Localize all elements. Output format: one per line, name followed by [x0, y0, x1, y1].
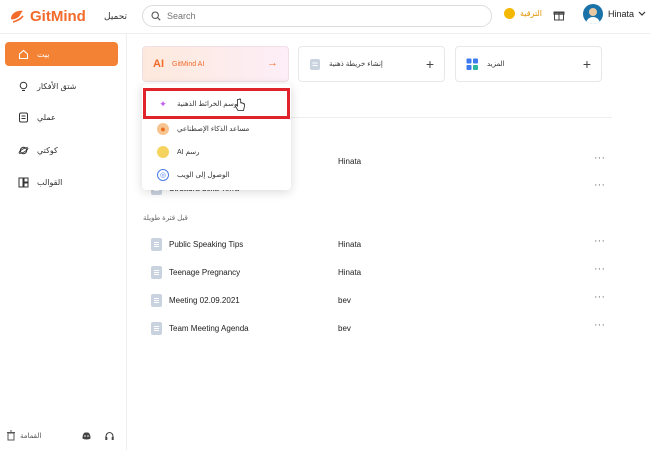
trash-icon: [7, 430, 15, 441]
hand-cursor-icon: [234, 98, 245, 111]
file-name: Public Speaking Tips: [169, 239, 244, 249]
globe-icon: ◎: [157, 169, 169, 181]
file-owner: Hinata: [338, 239, 362, 249]
user-menu[interactable]: Hinata: [583, 4, 647, 24]
upgrade-label: الترقية: [520, 9, 543, 18]
home-icon: [18, 49, 29, 59]
plus-icon: +: [582, 56, 591, 72]
create-mindmap-card[interactable]: إنشاء خريطة ذهنية +: [298, 46, 445, 82]
document-icon: [19, 112, 28, 122]
file-name: Meeting 02.09.2021: [169, 295, 240, 305]
top-bar: GitMind تحميل الترقية Hinata: [0, 0, 650, 34]
gitmind-ai-card[interactable]: AI GitMind AI →: [142, 46, 289, 82]
chevron-down-icon: [638, 11, 646, 16]
file-row[interactable]: Teenage Pregnancy Hinata ···: [142, 260, 612, 284]
gift-icon: [553, 11, 565, 21]
file-row[interactable]: Meeting 02.09.2021 bev ···: [142, 288, 612, 312]
brand-name: GitMind: [30, 7, 86, 25]
sidebar-item-label: القوالب: [37, 177, 63, 187]
file-icon: [151, 237, 162, 251]
sidebar: بيت شتق الأفكار عملي كوكتي القوالب القما…: [0, 34, 127, 450]
more-card[interactable]: المزيد +: [455, 46, 602, 82]
file-owner: bev: [338, 295, 351, 305]
file-owner: bev: [338, 323, 351, 333]
crown-icon: [504, 8, 515, 19]
palette-icon: [157, 146, 169, 158]
sidebar-item-label: بيت: [37, 49, 50, 59]
sidebar-item-label: شتق الأفكار: [37, 81, 77, 91]
file-owner: Hinata: [338, 267, 362, 277]
file-row[interactable]: Public Speaking Tips Hinata ···: [142, 232, 612, 256]
menu-item-web-access[interactable]: ◎ الوصول إلى الويب: [142, 163, 291, 187]
menu-item-ai-assistant[interactable]: ● مساعد الذكاء الإصطناعي: [142, 117, 291, 141]
chat-icon: ●: [157, 123, 169, 135]
discord-icon: [82, 432, 91, 440]
trash-label: القمامة: [20, 432, 42, 440]
planet-icon: [18, 146, 29, 154]
more-options-icon[interactable]: ···: [594, 235, 605, 247]
download-link[interactable]: تحميل: [104, 11, 127, 22]
gitmind-logo-icon: [11, 10, 24, 23]
more-options-icon[interactable]: ···: [594, 291, 605, 303]
sidebar-item-community[interactable]: كوكتي: [5, 138, 118, 162]
ai-icon: AI: [153, 58, 164, 70]
discord-button[interactable]: [81, 431, 92, 443]
search-input[interactable]: [167, 11, 467, 21]
menu-item-label: مساعد الذكاء الإصطناعي: [177, 126, 250, 133]
gift-button[interactable]: [553, 9, 565, 23]
mindmap-file-icon: [310, 58, 320, 70]
support-button[interactable]: [104, 431, 115, 444]
gitmind-logo[interactable]: GitMind: [8, 7, 86, 25]
file-icon: [151, 321, 162, 335]
menu-item-ai-drawing[interactable]: AI رسم: [142, 140, 291, 164]
file-name: Team Meeting Agenda: [169, 323, 249, 333]
avatar: [583, 4, 603, 24]
sidebar-item-my-work[interactable]: عملي: [5, 105, 118, 129]
templates-icon: [18, 177, 29, 187]
file-owner: Hinata: [338, 156, 362, 166]
gitmind-ai-label: GitMind AI: [172, 60, 205, 68]
search-icon: [151, 11, 161, 21]
sidebar-item-brainstorm[interactable]: شتق الأفكار: [5, 74, 118, 98]
file-name: Teenage Pregnancy: [169, 267, 241, 277]
search-box[interactable]: [142, 5, 492, 27]
sidebar-item-home[interactable]: بيت: [5, 42, 118, 66]
more-options-icon[interactable]: ···: [594, 179, 605, 191]
file-icon: [151, 293, 162, 307]
trash-button[interactable]: القمامة: [6, 430, 41, 441]
section-label-long-ago: قبل فترة طويلة: [143, 215, 188, 222]
plus-icon: +: [425, 56, 434, 72]
headset-icon: [105, 431, 114, 440]
more-label: المزيد: [487, 61, 505, 68]
more-options-icon[interactable]: ···: [594, 152, 605, 164]
more-options-icon[interactable]: ···: [594, 263, 605, 275]
highlight-box: [143, 88, 290, 119]
file-icon: [151, 265, 162, 279]
create-mindmap-label: إنشاء خريطة ذهنية: [329, 61, 383, 68]
menu-item-label: AI رسم: [177, 149, 200, 156]
sidebar-item-label: عملي: [37, 112, 56, 122]
menu-item-label: الوصول إلى الويب: [177, 172, 230, 179]
apps-grid-icon: [466, 58, 478, 70]
sidebar-item-templates[interactable]: القوالب: [5, 170, 118, 194]
sidebar-item-label: كوكتي: [37, 145, 58, 155]
lightbulb-icon: [19, 81, 28, 91]
upgrade-button[interactable]: الترقية: [504, 8, 542, 19]
sidebar-footer: القمامة: [0, 426, 127, 450]
more-options-icon[interactable]: ···: [594, 319, 605, 331]
file-row[interactable]: Team Meeting Agenda bev ···: [142, 316, 612, 340]
arrow-right-icon: →: [267, 57, 278, 69]
user-name: Hinata: [608, 9, 635, 19]
